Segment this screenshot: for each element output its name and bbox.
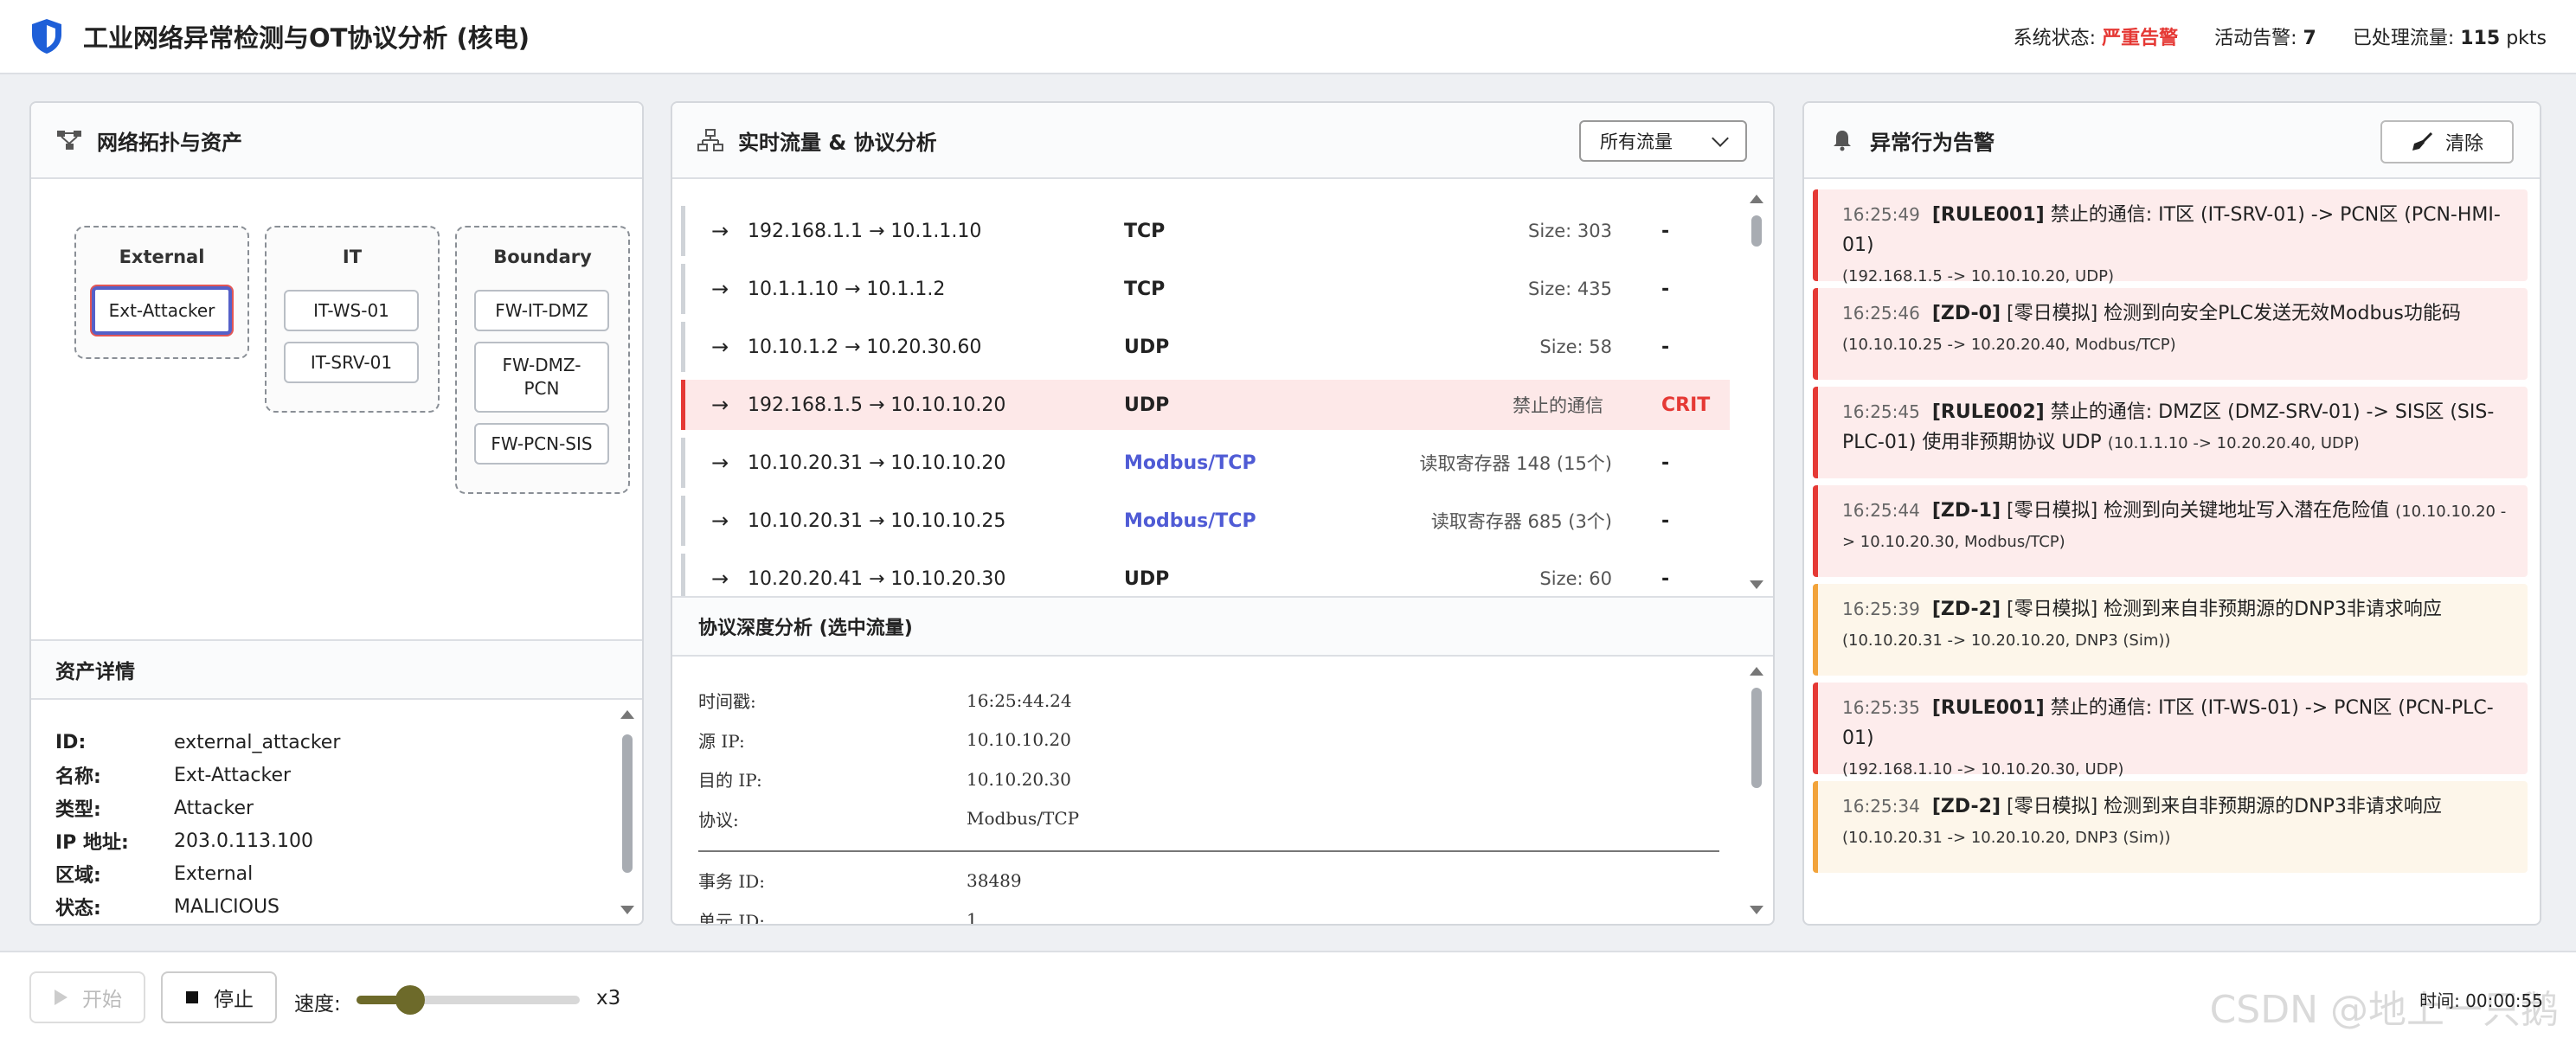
asset-fw-pcn-sis[interactable]: FW-PCN-SIS (474, 423, 609, 465)
detail-row: 类型: Attacker (55, 797, 254, 822)
severity-badge: CRIT (1661, 394, 1711, 416)
broom-icon (2412, 131, 2433, 151)
flow-row[interactable]: → 10.1.1.10 → 10.1.1.2 TCP Size: 435- (681, 264, 1738, 314)
flow-row[interactable]: → 10.20.20.41 → 10.10.20.30 UDP Size: 60- (681, 554, 1738, 599)
alert-item-warning[interactable]: 16:25:34 [ZD-2] [零日模拟] 检测到来自非预期源的DNP3非请求响… (1813, 781, 2528, 873)
deep-scrollbar[interactable] (1749, 662, 1764, 921)
details-scrollbar[interactable] (620, 705, 635, 921)
alert-item[interactable]: 16:25:45 [RULE002] 禁止的通信: DMZ区 (DMZ-SRV-0… (1813, 387, 2528, 478)
alert-item[interactable]: 16:25:35 [RULE001] 禁止的通信: IT区 (IT-WS-01) … (1813, 683, 2528, 779)
alerts-panel: 异常行为告警 清除 16:25:49 [RULE001] 禁止的通信: IT区 (… (1802, 101, 2541, 926)
arrow-right-icon: → (711, 509, 729, 533)
app-header: 工业网络异常检测与OT协议分析 (核电) 系统状态: 严重告警 活动告警: 7 … (0, 0, 2576, 74)
topology-title: 网络拓扑与资产 (97, 130, 242, 155)
flow-row[interactable]: → 10.10.20.31 → 10.10.10.20 Modbus/TCP 读取… (681, 438, 1738, 488)
deep-row: 时间戳: 16:25:44.24 (698, 689, 1072, 713)
deep-row: 目的 IP: 10.10.20.30 (698, 768, 1071, 791)
deep-analysis-header: 协议深度分析 (选中流量) (672, 596, 1773, 657)
detail-row: 区域: External (55, 862, 254, 888)
control-bar: 开始 停止 速度: x3 CSDN @地上一只鹅 时间: 00:00:55 (0, 951, 2576, 1051)
deep-row: 源 IP: 10.10.10.20 (698, 729, 1071, 752)
flow-row[interactable]: → 10.10.1.2 → 10.20.30.60 UDP Size: 58- (681, 322, 1738, 372)
zone-label: IT (342, 247, 363, 267)
zone-label: External (119, 247, 205, 267)
deep-row: 事务 ID: 38489 (698, 869, 1022, 893)
status-badge: 严重告警 (2102, 28, 2179, 49)
arrow-right-icon: → (711, 567, 729, 591)
alert-item[interactable]: 16:25:46 [ZD-0] [零日模拟] 检测到向安全PLC发送无效Modbu… (1813, 288, 2528, 380)
arrow-right-icon: → (711, 335, 729, 359)
alert-item[interactable]: 16:25:49 [RULE001] 禁止的通信: IT区 (IT-SRV-01)… (1813, 189, 2528, 285)
speed-label: 速度: (294, 993, 341, 1016)
shield-icon (32, 19, 61, 54)
arrow-right-icon: → (711, 451, 729, 475)
system-status: 系统状态: 严重告警 (2013, 28, 2179, 49)
asset-it-ws-01[interactable]: IT-WS-01 (284, 290, 419, 331)
traffic-filter-select[interactable]: 所有流量 (1579, 120, 1747, 162)
flow-scrollbar[interactable] (1749, 189, 1764, 596)
detail-row: ID: external_attacker (55, 731, 341, 753)
processed-traffic-count: 已处理流量: 115 pkts (2352, 28, 2547, 49)
play-icon (55, 990, 67, 1005)
asset-fw-it-dmz[interactable]: FW-IT-DMZ (474, 290, 609, 331)
topology-icon (57, 131, 81, 150)
alerts-title: 异常行为告警 (1870, 130, 1995, 155)
deep-row: 单元 ID: 1 (698, 909, 978, 926)
arrow-right-icon: → (711, 219, 729, 243)
arrow-right-icon: → (711, 277, 729, 301)
detail-row: 名称: Ext-Attacker (55, 764, 292, 789)
traffic-panel: 实时流量 & 协议分析 所有流量 → 192.168.1.1 → 10.1.1.… (671, 101, 1775, 926)
asset-it-srv-01[interactable]: IT-SRV-01 (284, 342, 419, 383)
alert-item-warning[interactable]: 16:25:39 [ZD-2] [零日模拟] 检测到来自非预期源的DNP3非请求响… (1813, 584, 2528, 676)
alert-item[interactable]: 16:25:44 [ZD-1] [零日模拟] 检测到向关键地址写入潜在危险值 (1… (1813, 485, 2528, 577)
speed-slider[interactable] (357, 985, 580, 1015)
start-button[interactable]: 开始 (29, 971, 145, 1023)
stop-icon (186, 991, 198, 1003)
divider (698, 850, 1719, 852)
speed-value: x3 (596, 987, 621, 1009)
detail-row: 状态: MALICIOUS (55, 895, 280, 920)
flow-row[interactable]: → 192.168.1.1 → 10.1.1.10 TCP Size: 303- (681, 206, 1738, 256)
app-title: 工业网络异常检测与OT协议分析 (核电) (83, 23, 530, 53)
asset-fw-dmz-pcn[interactable]: FW-DMZ- PCN (474, 342, 609, 413)
arrow-right-icon: → (711, 393, 729, 417)
clear-alerts-button[interactable]: 清除 (2380, 120, 2514, 163)
topology-panel: 网络拓扑与资产 External Ext-Attacker IT IT-WS-0… (29, 101, 644, 926)
topology-panel-header: 网络拓扑与资产 (31, 103, 642, 179)
active-alerts-count: 活动告警: 7 (2214, 28, 2316, 49)
flow-row-critical[interactable]: → 192.168.1.5 → 10.10.10.20 UDP 禁止的通信 CRIT (681, 380, 1730, 430)
asset-details-header: 资产详情 (31, 639, 642, 700)
deep-row: 协议: Modbus/TCP (698, 808, 1080, 830)
detail-row: IP 地址: 203.0.113.100 (55, 830, 313, 855)
traffic-title: 实时流量 & 协议分析 (738, 130, 937, 155)
deep-analysis-content: 时间戳: 16:25:44.24 源 IP: 10.10.10.20 目的 IP: 1… (698, 681, 1719, 926)
header-stats: 系统状态: 严重告警 活动告警: 7 已处理流量: 115 pkts (2014, 22, 2547, 50)
zone-label: Boundary (493, 247, 592, 267)
stop-button[interactable]: 停止 (161, 971, 277, 1023)
flow-row[interactable]: → 10.10.20.31 → 10.10.10.25 Modbus/TCP 读取… (681, 496, 1738, 546)
bell-icon (1834, 131, 1851, 151)
network-icon (697, 129, 723, 151)
elapsed-time: 时间: 00:00:55 (2419, 990, 2543, 1011)
asset-ext-attacker[interactable]: Ext-Attacker (92, 286, 232, 335)
speed-slider-handle[interactable] (395, 985, 425, 1015)
chevron-down-icon (1712, 130, 1729, 147)
asset-details: ID: external_attacker 名称: Ext-Attacker 类型:… (55, 726, 575, 923)
flow-list: → 192.168.1.1 → 10.1.1.10 TCP Size: 303- … (681, 192, 1738, 599)
